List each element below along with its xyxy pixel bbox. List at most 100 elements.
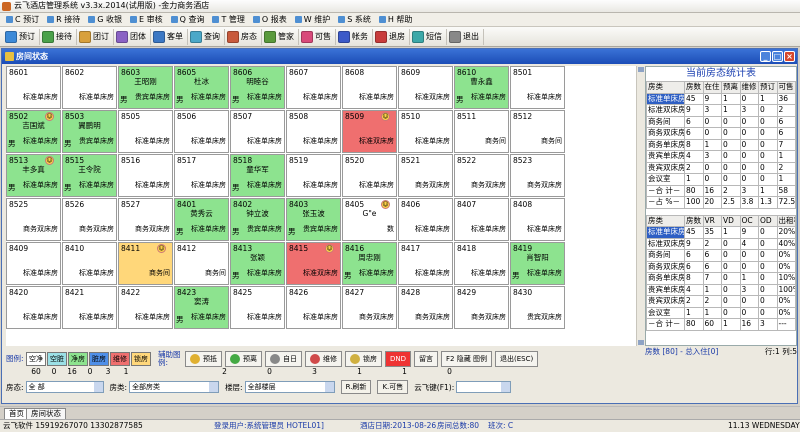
room-cell[interactable]: 8427 商务双床房 bbox=[342, 286, 397, 329]
room-cell[interactable]: 8413 张颖男标准单床房 bbox=[230, 242, 285, 285]
menu-item-9[interactable]: H 帮助 bbox=[375, 13, 417, 26]
stats-row[interactable]: 标准双床房 9 2 0 4 0 40% bbox=[646, 237, 796, 250]
stats-row[interactable]: 商务单床房 8 7 0 1 0 10% bbox=[646, 272, 796, 285]
room-cell[interactable]: 8430 贵宾双床房 bbox=[510, 286, 565, 329]
stats-row[interactable]: 商务双床房 6 6 0 0 0 0% bbox=[646, 260, 796, 273]
room-cell[interactable]: 8420 标准单床房 bbox=[6, 286, 61, 329]
room-cell[interactable]: 8517 标准单床房 bbox=[174, 154, 229, 197]
close-button[interactable]: × bbox=[784, 51, 795, 62]
toolbar-button-10[interactable]: 退房 bbox=[373, 28, 410, 45]
toolbar-button-5[interactable]: 查询 bbox=[188, 28, 225, 45]
toolbar-button-11[interactable]: 短信 bbox=[410, 28, 447, 45]
menu-item-8[interactable]: S 系统 bbox=[334, 13, 375, 26]
room-cell[interactable]: 8526 商务双床房 bbox=[62, 198, 117, 241]
room-cell[interactable]: 8429 商务双床房 bbox=[454, 286, 509, 329]
stats-row[interactable]: 商务双床房 6 0 0 0 0 6 bbox=[646, 127, 796, 140]
room-cell[interactable]: 8603 王昭刚男贵宾单床房 bbox=[118, 66, 173, 109]
room-cell[interactable]: 8403 张玉波男贵宾单床房 bbox=[286, 198, 341, 241]
menu-item-3[interactable]: E 审核 bbox=[126, 13, 167, 26]
room-cell[interactable]: 8509 标准双床房 ☺ bbox=[342, 110, 397, 153]
room-cell[interactable]: 8402 钟立波男贵宾单床房 bbox=[230, 198, 285, 241]
stats-row[interactable]: －合 计－ 80 16 2 3 1 58 bbox=[646, 184, 796, 197]
room-cell[interactable]: 8422 标准单床房 bbox=[118, 286, 173, 329]
room-cell[interactable]: 8405 G"e 数 ☺ bbox=[342, 198, 397, 241]
room-cell[interactable]: 8519 标准单床房 bbox=[286, 154, 341, 197]
stats-row[interactable]: 会议室 1 1 0 0 0 0% bbox=[646, 306, 796, 319]
room-cell[interactable]: 8601 标准单床房 bbox=[6, 66, 61, 109]
room-cell[interactable]: 8523 商务双床房 bbox=[510, 154, 565, 197]
stats-row[interactable]: 会议室 1 0 0 0 0 1 bbox=[646, 173, 796, 186]
refresh-button[interactable]: R.刷新 bbox=[340, 380, 372, 394]
legend-button[interactable]: 留言 bbox=[414, 351, 439, 367]
room-cell[interactable]: 8407 标准单床房 bbox=[454, 198, 509, 241]
room-cell[interactable]: 8425 标准单床房 bbox=[230, 286, 285, 329]
quick-key-input[interactable] bbox=[456, 381, 512, 393]
room-cell[interactable]: 8605 杜冰男标准单床房 bbox=[174, 66, 229, 109]
menu-item-4[interactable]: Q 查询 bbox=[167, 13, 209, 26]
room-cell[interactable]: 8415 标准双床房 ☺ bbox=[286, 242, 341, 285]
toolbar-button-1[interactable]: 接待 bbox=[40, 28, 77, 45]
stats-row[interactable]: 标准双床房 9 3 1 3 0 2 bbox=[646, 104, 796, 117]
minimize-button[interactable]: _ bbox=[760, 51, 771, 62]
room-cell[interactable]: 8421 标准单床房 bbox=[62, 286, 117, 329]
room-cell[interactable]: 8501 标准单床房 bbox=[510, 66, 565, 109]
room-cell[interactable]: 8417 标准单床房 bbox=[398, 242, 453, 285]
legend-button[interactable]: 退出(ESC) bbox=[494, 351, 539, 367]
room-cell[interactable]: 8503 翼鹏明男贵宾单床房 bbox=[62, 110, 117, 153]
stats-row[interactable]: 贵宾单床房 4 3 0 0 0 1 bbox=[646, 150, 796, 163]
room-cell[interactable]: 8511 商务间 bbox=[454, 110, 509, 153]
toolbar-button-4[interactable]: 客单 bbox=[151, 28, 188, 45]
room-cell[interactable]: 8409 标准单床房 bbox=[6, 242, 61, 285]
room-cell[interactable]: 8508 标准单床房 bbox=[286, 110, 341, 153]
menu-item-5[interactable]: T 管理 bbox=[208, 13, 248, 26]
room-cell[interactable]: 8412 商务间 bbox=[174, 242, 229, 285]
room-cell[interactable]: 8510 标准单床房 bbox=[398, 110, 453, 153]
room-cell[interactable]: 8410 标准单床房 bbox=[62, 242, 117, 285]
room-cell[interactable]: 8522 商务双床房 bbox=[454, 154, 509, 197]
stats-row[interactable]: －合 计－ 80 60 1 16 3 --- bbox=[646, 318, 796, 331]
menu-item-7[interactable]: W 维护 bbox=[291, 13, 334, 26]
room-cell[interactable]: 8610 曹永鑫男标准单床房 bbox=[454, 66, 509, 109]
menu-item-6[interactable]: O 报表 bbox=[249, 13, 291, 26]
room-cell[interactable]: 8607 标准单床房 bbox=[286, 66, 341, 109]
type-filter-select[interactable]: 全部房类 bbox=[129, 381, 220, 393]
room-cell[interactable]: 8411 商务间 ☺ bbox=[118, 242, 173, 285]
toolbar-button-7[interactable]: 管家 bbox=[262, 28, 299, 45]
room-cell[interactable]: 8408 标准单床房 bbox=[510, 198, 565, 241]
room-cell[interactable]: 8426 标准单床房 bbox=[286, 286, 341, 329]
menu-item-0[interactable]: C 预订 bbox=[2, 13, 43, 26]
maximize-button[interactable]: □ bbox=[772, 51, 783, 62]
room-grid-scrollbar[interactable] bbox=[636, 66, 644, 346]
room-cell[interactable]: 8506 标准单床房 bbox=[174, 110, 229, 153]
stats-row[interactable]: 商务间 6 0 0 0 0 6 bbox=[646, 115, 796, 128]
room-cell[interactable]: 8525 商务双床房 bbox=[6, 198, 61, 241]
scroll-up-icon[interactable] bbox=[638, 67, 644, 72]
toolbar-button-0[interactable]: 预订 bbox=[3, 28, 40, 45]
stats-row[interactable]: －占 %－ 100 20 2.5 3.8 1.3 72.5 bbox=[646, 196, 796, 209]
stats-row[interactable]: 贵宾双床房 2 2 0 0 0 0% bbox=[646, 295, 796, 308]
toolbar-button-6[interactable]: 房态 bbox=[225, 28, 262, 45]
room-cell[interactable]: 8512 商务间 bbox=[510, 110, 565, 153]
room-cell[interactable]: 8401 黄秀云男标准单床房 bbox=[174, 198, 229, 241]
room-cell[interactable]: 8527 商务双床房 bbox=[118, 198, 173, 241]
toolbar-button-3[interactable]: 团体 bbox=[114, 28, 151, 45]
room-cell[interactable]: 8521 商务双床房 bbox=[398, 154, 453, 197]
sellable-button[interactable]: K.可售 bbox=[377, 380, 409, 394]
tab-room-status[interactable]: 房间状态 bbox=[26, 408, 66, 419]
room-cell[interactable]: 8513 丰多真男标准单床房 ☺ bbox=[6, 154, 61, 197]
scroll-down-icon[interactable] bbox=[638, 340, 644, 345]
room-cell[interactable]: 8416 周忠刚男标准单床房 bbox=[342, 242, 397, 285]
legend-button[interactable]: F2 隐藏 图例 bbox=[441, 351, 492, 367]
stats-row[interactable]: 商务间 6 6 0 0 0 0% bbox=[646, 249, 796, 262]
toolbar-button-2[interactable]: 团订 bbox=[77, 28, 114, 45]
room-cell[interactable]: 8428 商务双床房 bbox=[398, 286, 453, 329]
room-cell[interactable]: 8609 标准双床房 bbox=[398, 66, 453, 109]
room-cell[interactable]: 8515 王令院男标准单床房 bbox=[62, 154, 117, 197]
room-cell[interactable]: 8418 标准单床房 bbox=[454, 242, 509, 285]
stats-row[interactable]: 商务单床房 8 1 0 0 0 7 bbox=[646, 138, 796, 151]
toolbar-button-8[interactable]: 可售 bbox=[299, 28, 336, 45]
room-cell[interactable]: 8505 标准单床房 bbox=[118, 110, 173, 153]
room-cell[interactable]: 8516 标准单床房 bbox=[118, 154, 173, 197]
menu-item-2[interactable]: G 收银 bbox=[84, 13, 126, 26]
room-cell[interactable]: 8608 标准单床房 bbox=[342, 66, 397, 109]
